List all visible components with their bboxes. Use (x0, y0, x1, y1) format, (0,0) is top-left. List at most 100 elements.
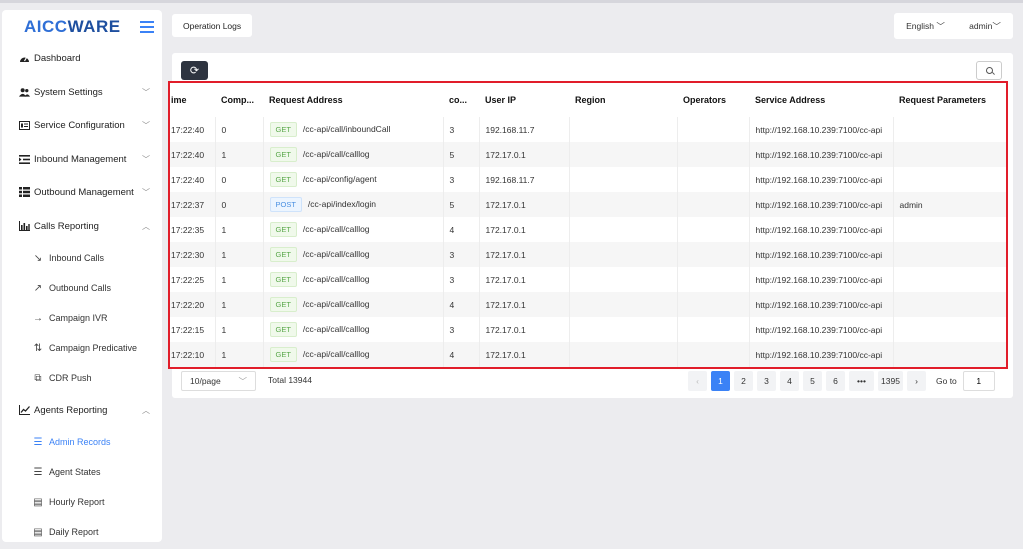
page-size-label: 10/page (190, 376, 221, 386)
table-cell-region (569, 217, 678, 242)
table-cell-params (893, 242, 1006, 267)
tab-label: Operation Logs (183, 20, 242, 31)
sidebar-item-service-configuration[interactable]: Service Configuration ﹀ (2, 110, 162, 140)
table-cell-region (569, 267, 678, 292)
sidebar-subitem-label: CDR Push (49, 373, 92, 383)
request-path: /cc-api/config/agent (302, 174, 377, 184)
table-cell-time: 17:22:40 (170, 117, 216, 142)
sidebar-item-outbound-management[interactable]: Outbound Management ﹀ (2, 177, 162, 207)
pagination: ‹ 1 2 3 4 5 6 ••• 1395 › Go to (688, 371, 995, 391)
table-row[interactable]: 17:22:20 1 GET/cc-api/call/calllog 4 172.17.… (170, 292, 1006, 317)
table-cell-path: GET/cc-api/call/calllog (263, 242, 444, 267)
request-path: /cc-api/call/calllog (302, 224, 370, 234)
goto-page-input[interactable] (962, 371, 995, 391)
table-cell-region (569, 242, 678, 267)
table-cell-service: http://192.168.10.239:7100/cc-api (749, 342, 894, 367)
sidebar-subitem-admin-records[interactable]: ☰ Admin Records (2, 427, 162, 457)
sidebar-subitem-label: Admin Records (49, 437, 111, 447)
method-badge: GET (269, 247, 297, 262)
method-badge: POST (269, 197, 302, 212)
logo-row: AICCWARE (2, 10, 162, 44)
sidebar-subitem-daily-report[interactable]: ▤ Daily Report (2, 517, 162, 542)
page-size-select[interactable]: 10/page ﹀ (181, 371, 256, 391)
table-cell-comp: 1 (215, 217, 264, 242)
column-header: co... (443, 83, 479, 117)
table-cell-params (893, 342, 1006, 367)
next-page-button[interactable]: › (907, 371, 926, 391)
sidebar-item-dashboard[interactable]: Dashboard (2, 43, 162, 73)
table-row[interactable]: 17:22:30 1 GET/cc-api/call/calllog 3 172.17.… (170, 242, 1006, 267)
sidebar-item-agents-reporting[interactable]: Agents Reporting ︿ (2, 395, 162, 425)
table-row[interactable]: 17:22:37 0 POST/cc-api/index/login 5 172.17.… (170, 192, 1006, 217)
table-row[interactable]: 17:22:10 1 GET/cc-api/call/calllog 4 172.17.… (170, 342, 1006, 367)
page-button[interactable]: 4 (780, 371, 799, 391)
page-button[interactable]: 1 (711, 371, 730, 391)
request-path: /cc-api/call/calllog (302, 149, 370, 159)
request-path: /cc-api/call/calllog (302, 349, 370, 359)
table-cell-time: 17:22:20 (170, 292, 216, 317)
chevron-right-icon: › (915, 376, 918, 386)
sidebar-item-system-settings[interactable]: System Settings ﹀ (2, 77, 162, 107)
sidebar-subitem-campaign-predicative[interactable]: ⇅ Campaign Predicative (2, 333, 162, 363)
table-cell-operators (677, 317, 750, 342)
table-cell-region (569, 167, 678, 192)
request-path: /cc-api/index/login (307, 199, 376, 209)
sidebar-subitem-cdr-push[interactable]: ⧉ CDR Push (2, 363, 162, 393)
table-cell-path: GET/cc-api/call/calllog (263, 142, 444, 167)
table-cell-params (893, 267, 1006, 292)
table-cell-time: 17:22:35 (170, 217, 216, 242)
sidebar-subitem-agent-states[interactable]: ☰ Agent States (2, 457, 162, 487)
logs-table: ime Comp... Request Address co... User IP Reg… (170, 83, 1006, 367)
table-cell-comp: 1 (215, 142, 264, 167)
table-row[interactable]: 17:22:40 1 GET/cc-api/call/calllog 5 172.17.… (170, 142, 1006, 167)
table-cell-ip: 172.17.0.1 (479, 142, 570, 167)
chevron-down-icon: ﹀ (238, 376, 247, 386)
page-button[interactable]: 3 (757, 371, 776, 391)
table-cell-co: 4 (443, 292, 480, 317)
sidebar-subitem-label: Inbound Calls (49, 253, 105, 263)
table-row[interactable]: 17:22:15 1 GET/cc-api/call/calllog 3 172.17.… (170, 317, 1006, 342)
prev-page-button[interactable]: ‹ (688, 371, 707, 391)
table-cell-service: http://192.168.10.239:7100/cc-api (749, 292, 894, 317)
table-cell-region (569, 342, 678, 367)
arrow-down-right-icon: ↘ (33, 252, 43, 264)
page-button[interactable]: 6 (826, 371, 845, 391)
table-cell-operators (677, 267, 750, 292)
language-select[interactable]: English ﹀ (906, 20, 945, 32)
search-icon (985, 67, 993, 74)
table-cell-service: http://192.168.10.239:7100/cc-api (749, 142, 894, 167)
table-cell-service: http://192.168.10.239:7100/cc-api (749, 117, 894, 142)
page-button[interactable]: 1395 (878, 371, 903, 391)
menu-fold-icon[interactable] (140, 21, 154, 33)
goto-label: Go to (936, 376, 957, 386)
sidebar-item-inbound-management[interactable]: Inbound Management ﹀ (2, 144, 162, 174)
search-button[interactable] (976, 61, 1002, 80)
table-row[interactable]: 17:22:40 0 GET/cc-api/config/agent 3 192.168… (170, 167, 1006, 192)
table-row[interactable]: 17:22:40 0 GET/cc-api/call/inboundCall 3 192… (170, 117, 1006, 142)
table-header-row: ime Comp... Request Address co... User IP Reg… (170, 83, 1006, 117)
sidebar-subitem-inbound-calls[interactable]: ↘ Inbound Calls (2, 243, 162, 273)
table-row[interactable]: 17:22:25 1 GET/cc-api/call/calllog 3 172.17.… (170, 267, 1006, 292)
refresh-button[interactable]: ⟳ (181, 61, 208, 80)
sidebar-subitem-label: Agent States (49, 467, 101, 477)
table-cell-ip: 192.168.11.7 (479, 167, 570, 192)
table-cell-operators (677, 342, 750, 367)
chevron-down-icon: ﹀ (936, 21, 945, 31)
user-menu[interactable]: admin﹀ (969, 20, 1001, 32)
table-row[interactable]: 17:22:35 1 GET/cc-api/call/calllog 4 172.17.… (170, 217, 1006, 242)
sliders-icon: ☰ (33, 436, 43, 448)
tab-operation-logs[interactable]: Operation Logs (172, 14, 253, 37)
chevron-down-icon: ﹀ (142, 155, 150, 164)
sidebar-subitem-outbound-calls[interactable]: ↗ Outbound Calls (2, 273, 162, 303)
sidebar-subitem-hourly-report[interactable]: ▤ Hourly Report (2, 487, 162, 517)
sidebar-item-calls-reporting[interactable]: Calls Reporting ︿ (2, 211, 162, 241)
table-cell-comp: 1 (215, 267, 264, 292)
page-button[interactable]: 5 (803, 371, 822, 391)
table-cell-service: http://192.168.10.239:7100/cc-api (749, 317, 894, 342)
sidebar-subitem-campaign-ivr[interactable]: → Campaign IVR (2, 303, 162, 333)
table-cell-region (569, 117, 678, 142)
page-button[interactable]: ••• (849, 371, 874, 391)
method-badge: GET (269, 172, 297, 187)
table-cell-co: 3 (443, 317, 480, 342)
page-button[interactable]: 2 (734, 371, 753, 391)
